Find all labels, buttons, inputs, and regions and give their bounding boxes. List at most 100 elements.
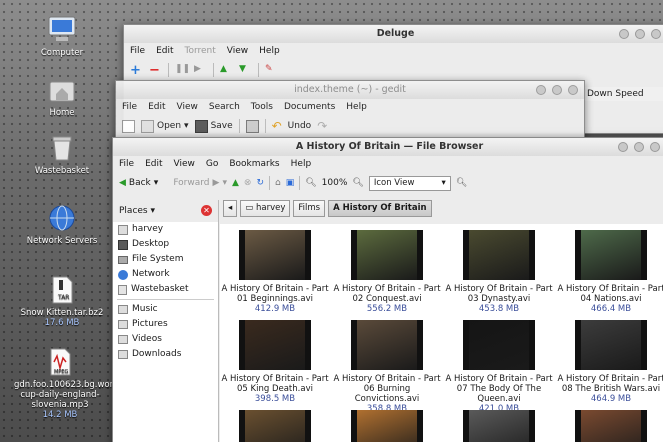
desktop-icon-home[interactable]: Home — [16, 74, 108, 118]
menu-view[interactable]: View — [177, 102, 198, 112]
menu-edit[interactable]: Edit — [148, 102, 165, 112]
print-icon[interactable] — [245, 119, 259, 133]
file-item[interactable]: A History Of Britain - Part 04 Nations.a… — [556, 230, 663, 314]
desktop-icon-snow-kitten[interactable]: TAR Snow Kitten.tar.bz2 17.6 MB — [16, 274, 108, 328]
minimize-button[interactable] — [619, 29, 629, 39]
breadcrumb: ◂ ▭ harvey Films A History Of Britain — [223, 200, 432, 217]
desktop-icon-wastebasket[interactable]: Wastebasket — [16, 132, 108, 176]
file-browser-titlebar[interactable]: A History Of Britain — File Browser — [113, 138, 663, 156]
desktop-icon-computer[interactable]: Computer — [16, 14, 108, 58]
sidebar-item-pictures[interactable]: Pictures — [113, 317, 218, 332]
zoom-in-icon[interactable]: 🔍︎ — [352, 178, 363, 188]
menu-bookmarks[interactable]: Bookmarks — [229, 159, 279, 169]
column-down-speed[interactable]: Down Speed — [580, 87, 663, 101]
breadcrumb-scroll-left[interactable]: ◂ — [223, 200, 238, 217]
minimize-button[interactable] — [618, 142, 628, 152]
computer-icon[interactable]: ▣ — [286, 178, 295, 188]
video-thumbnail — [463, 320, 535, 370]
close-sidebar-icon[interactable]: ✕ — [201, 205, 212, 216]
close-button[interactable] — [650, 142, 660, 152]
menu-view[interactable]: View — [227, 46, 248, 56]
file-item[interactable] — [220, 410, 330, 442]
maximize-button[interactable] — [552, 85, 562, 95]
add-torrent-icon[interactable]: + — [130, 64, 143, 77]
minimize-button[interactable] — [536, 85, 546, 95]
file-item[interactable]: A History Of Britain - Part 01 Beginning… — [220, 230, 330, 314]
file-item[interactable]: A History Of Britain - Part 02 Conquest.… — [332, 230, 442, 314]
queue-up-icon[interactable]: ▲ — [220, 64, 233, 77]
back-button[interactable]: ◀ Back ▾ — [119, 178, 158, 188]
sidebar-item-desktop[interactable]: Desktop — [113, 237, 218, 252]
pause-icon[interactable]: ❚❚ — [175, 64, 190, 77]
menu-file[interactable]: File — [130, 46, 145, 56]
menu-file[interactable]: File — [122, 102, 137, 112]
menu-file[interactable]: File — [119, 159, 134, 169]
file-browser-window[interactable]: A History Of Britain — File Browser File… — [112, 137, 663, 442]
home-icon[interactable]: ⌂ — [275, 178, 281, 188]
sidebar-item-wastebasket[interactable]: Wastebasket — [113, 282, 218, 297]
menu-help[interactable]: Help — [346, 102, 367, 112]
file-icon-view[interactable]: A History Of Britain - Part 01 Beginning… — [220, 224, 663, 442]
file-item[interactable]: A History Of Britain - Part 07 The Body … — [444, 320, 554, 414]
places-header[interactable]: Places ▾ ✕ — [113, 200, 218, 222]
maximize-button[interactable] — [634, 142, 644, 152]
sidebar-item-music[interactable]: Music — [113, 302, 218, 317]
breadcrumb-current[interactable]: A History Of Britain — [328, 200, 432, 217]
chevron-down-icon[interactable]: ▾ — [154, 178, 159, 188]
file-item[interactable]: A History Of Britain - Part 05 King Deat… — [220, 320, 330, 404]
video-thumbnail — [575, 230, 647, 280]
close-button[interactable] — [568, 85, 578, 95]
remove-torrent-icon[interactable]: − — [149, 64, 162, 77]
new-document-icon[interactable] — [122, 119, 135, 133]
sidebar-item-downloads[interactable]: Downloads — [113, 347, 218, 362]
stop-icon[interactable]: ⊗ — [244, 178, 252, 188]
gedit-toolbar: Open ▾ Save ↶ Undo ↷ — [116, 115, 584, 137]
sidebar-item-harvey[interactable]: harvey — [113, 222, 218, 237]
sidebar-item-network[interactable]: Network — [113, 267, 218, 282]
zoom-out-icon[interactable]: 🔍︎ — [305, 178, 316, 188]
file-item[interactable] — [332, 410, 442, 442]
menu-search[interactable]: Search — [209, 102, 240, 112]
music-folder-icon — [118, 305, 128, 314]
play-icon[interactable]: ▶ — [194, 64, 207, 77]
preferences-icon[interactable]: ✎ — [265, 64, 278, 77]
menu-documents[interactable]: Documents — [284, 102, 335, 112]
chevron-down-icon[interactable]: ▾ — [222, 178, 227, 188]
menu-edit[interactable]: Edit — [156, 46, 173, 56]
breadcrumb-films[interactable]: Films — [293, 200, 326, 217]
undo-button[interactable]: ↶ Undo — [272, 119, 312, 133]
menu-torrent[interactable]: Torrent — [185, 46, 216, 56]
redo-icon[interactable]: ↷ — [317, 119, 330, 133]
file-item[interactable] — [444, 410, 554, 442]
close-button[interactable] — [651, 29, 661, 39]
file-item[interactable]: A History Of Britain - Part 03 Dynasty.a… — [444, 230, 554, 314]
file-item[interactable]: A History Of Britain - Part 06 Burning C… — [332, 320, 442, 414]
search-icon[interactable]: 🔍︎ — [456, 178, 467, 188]
forward-button[interactable]: Forward ▶ ▾ — [173, 178, 227, 188]
maximize-button[interactable] — [635, 29, 645, 39]
menu-tools[interactable]: Tools — [251, 102, 273, 112]
deluge-titlebar[interactable]: Deluge — [124, 25, 663, 43]
desktop-icon-mp3[interactable]: MPEG gdn.foo.100623.bg.world-cup-daily-e… — [14, 346, 124, 420]
up-icon[interactable]: ▲ — [232, 178, 239, 188]
breadcrumb-harvey[interactable]: ▭ harvey — [240, 200, 291, 217]
menu-go[interactable]: Go — [206, 159, 218, 169]
file-browser-menubar: File Edit View Go Bookmarks Help — [113, 156, 663, 172]
file-item[interactable]: A History Of Britain - Part 08 The Briti… — [556, 320, 663, 404]
reload-icon[interactable]: ↻ — [256, 178, 264, 188]
sidebar-item-file-system[interactable]: File System — [113, 252, 218, 267]
file-item[interactable] — [556, 410, 663, 442]
open-button[interactable]: Open ▾ — [141, 119, 189, 133]
view-mode-select[interactable]: Icon View ▾ — [368, 175, 451, 191]
save-button[interactable]: Save — [194, 119, 233, 133]
queue-down-icon[interactable]: ▼ — [239, 64, 252, 77]
menu-help[interactable]: Help — [291, 159, 312, 169]
menu-edit[interactable]: Edit — [145, 159, 162, 169]
gedit-titlebar[interactable]: index.theme (~) - gedit — [116, 81, 584, 99]
zoom-level[interactable]: 100% — [322, 178, 348, 188]
desktop-icon-network-servers[interactable]: Network Servers — [16, 202, 108, 246]
menu-view[interactable]: View — [174, 159, 195, 169]
chevron-down-icon[interactable]: ▾ — [184, 121, 189, 131]
sidebar-item-videos[interactable]: Videos — [113, 332, 218, 347]
menu-help[interactable]: Help — [259, 46, 280, 56]
